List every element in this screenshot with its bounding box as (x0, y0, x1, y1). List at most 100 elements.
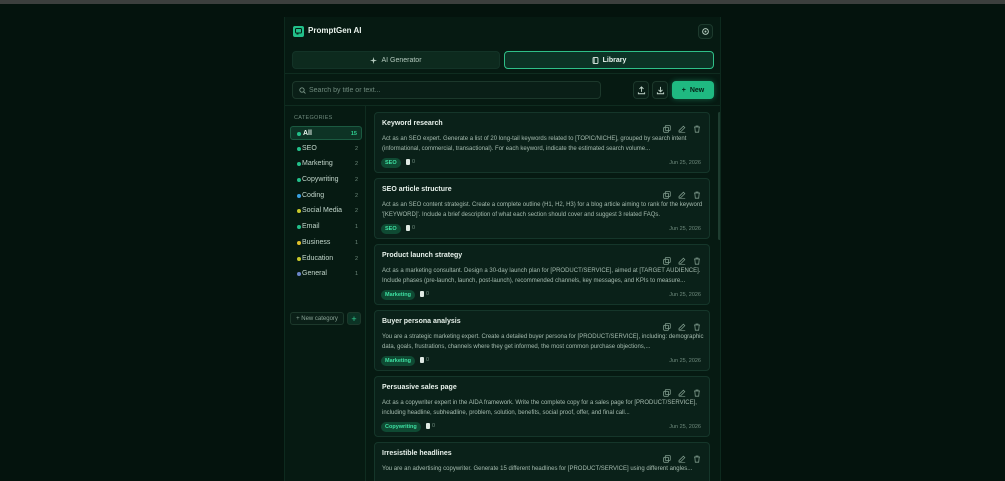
sidebar-item-seo[interactable]: SEO 2 (290, 142, 362, 156)
card-actions (663, 120, 701, 133)
search-icon (299, 87, 306, 94)
prompt-date: Jun 25, 2026 (669, 160, 701, 166)
tab-ai-generator[interactable]: AI Generator (292, 51, 500, 69)
app-panel: PromptGen AI AI Generator Library + New … (284, 17, 721, 481)
prompt-card[interactable]: Buyer persona analysis You are a strategi… (374, 310, 710, 371)
edit-icon[interactable] (678, 384, 686, 397)
sidebar-item-general[interactable]: General 1 (290, 267, 362, 281)
trash-icon[interactable] (693, 252, 701, 265)
tab-label: AI Generator (381, 56, 422, 64)
prompt-text: You are an advertising copywriter. Gener… (382, 466, 693, 472)
plus-icon: + (681, 86, 686, 94)
sidebar-item-copywriting[interactable]: Copywriting 2 (290, 173, 362, 187)
new-button-label: New (689, 86, 705, 94)
logo-icon (293, 26, 304, 37)
edit-icon[interactable] (678, 450, 686, 463)
export-button[interactable] (652, 81, 668, 99)
scrollbar[interactable] (718, 112, 720, 240)
prompt-title: SEO article structure (382, 186, 452, 193)
clipboard-icon (420, 291, 424, 297)
download-icon (656, 86, 665, 95)
add-category-button[interactable]: + (347, 312, 361, 325)
category-name: Marketing (302, 160, 333, 168)
category-name: General (302, 270, 327, 278)
category-count: 1 (354, 239, 358, 246)
edit-icon[interactable] (678, 186, 686, 199)
category-count: 2 (354, 255, 358, 262)
category-color-dot (297, 178, 301, 183)
gear-icon (702, 28, 709, 35)
prompt-text: Act as an SEO expert. Generate a list of… (382, 136, 687, 152)
copy-icon[interactable] (663, 450, 671, 463)
main-tabs: AI Generator Library (292, 51, 714, 69)
use-count: 0 (406, 159, 415, 165)
category-badge: Marketing (381, 290, 415, 300)
category-name: All (303, 130, 312, 137)
prompt-title: Product launch strategy (382, 252, 463, 259)
sparkle-icon (370, 56, 378, 64)
category-count: 1 (354, 224, 358, 231)
settings-button[interactable] (698, 24, 713, 39)
edit-icon[interactable] (678, 318, 686, 331)
sidebar-item-all[interactable]: All 15 (290, 126, 362, 140)
prompt-card[interactable]: Product launch strategy Act as a marketin… (374, 244, 710, 305)
sidebar-item-business[interactable]: Business 1 (290, 236, 362, 250)
copy-icon[interactable] (663, 120, 671, 133)
use-count-value: 0 (426, 291, 430, 297)
sidebar-item-social-media[interactable]: Social Media 2 (290, 204, 362, 218)
new-category-button[interactable]: + New category (290, 312, 344, 325)
category-badge: SEO (381, 224, 401, 234)
copy-icon[interactable] (663, 318, 671, 331)
book-icon (592, 56, 599, 64)
sidebar-item-email[interactable]: Email 1 (290, 220, 362, 234)
use-count-value: 0 (412, 159, 416, 165)
category-count: 1 (354, 271, 358, 278)
trash-icon[interactable] (693, 120, 701, 133)
prompt-title: Keyword research (382, 120, 443, 127)
new-prompt-button[interactable]: + New (672, 81, 714, 99)
card-actions (663, 252, 701, 265)
prompt-date: Jun 25, 2026 (669, 292, 701, 298)
copy-icon[interactable] (663, 384, 671, 397)
prompt-date: Jun 25, 2026 (669, 358, 701, 364)
trash-icon[interactable] (693, 318, 701, 331)
use-count: 0 (406, 225, 415, 231)
category-count: 2 (354, 161, 358, 168)
prompt-card[interactable]: Keyword research Act as an SEO expert. Ge… (374, 112, 710, 173)
sidebar-item-marketing[interactable]: Marketing 2 (290, 157, 362, 171)
category-name: SEO (302, 144, 317, 152)
copy-icon[interactable] (663, 252, 671, 265)
search-input[interactable] (309, 83, 595, 97)
use-count: 0 (426, 423, 435, 429)
import-button[interactable] (633, 81, 649, 99)
divider (285, 73, 720, 74)
card-actions (663, 450, 701, 463)
use-count-value: 0 (426, 357, 430, 363)
trash-icon[interactable] (693, 450, 701, 463)
prompt-text: You are a strategic marketing expert. Cr… (382, 334, 704, 350)
trash-icon[interactable] (693, 186, 701, 199)
app-header: PromptGen AI (285, 17, 720, 46)
trash-icon[interactable] (693, 384, 701, 397)
window-top-bar (0, 0, 1005, 4)
category-badge: SEO (381, 158, 401, 168)
edit-icon[interactable] (678, 252, 686, 265)
category-count: 2 (354, 177, 358, 184)
prompt-card[interactable]: Persuasive sales page Act as a copywriter… (374, 376, 710, 437)
category-name: Coding (302, 191, 325, 199)
prompt-list: Keyword research Act as an SEO expert. Ge… (374, 112, 710, 481)
prompt-title: Buyer persona analysis (382, 318, 461, 325)
copy-icon[interactable] (663, 186, 671, 199)
prompt-card[interactable]: SEO article structure Act as an SEO conte… (374, 178, 710, 239)
prompt-card[interactable]: Irresistible headlines You are an adverti… (374, 442, 710, 481)
tab-library[interactable]: Library (504, 51, 714, 69)
category-list: All 15 SEO 2 Marketing 2 Copywriting 2 Coding 2 So… (290, 126, 362, 283)
prompt-text: Act as a marketing consultant. Design a … (382, 268, 701, 284)
prompt-text: Act as a copywriter expert in the AIDA f… (382, 400, 697, 416)
edit-icon[interactable] (678, 120, 686, 133)
sidebar-item-education[interactable]: Education 2 (290, 252, 362, 266)
card-actions (663, 186, 701, 199)
sidebar-item-coding[interactable]: Coding 2 (290, 189, 362, 203)
category-color-dot (297, 162, 301, 167)
prompt-date: Jun 25, 2026 (669, 424, 701, 430)
